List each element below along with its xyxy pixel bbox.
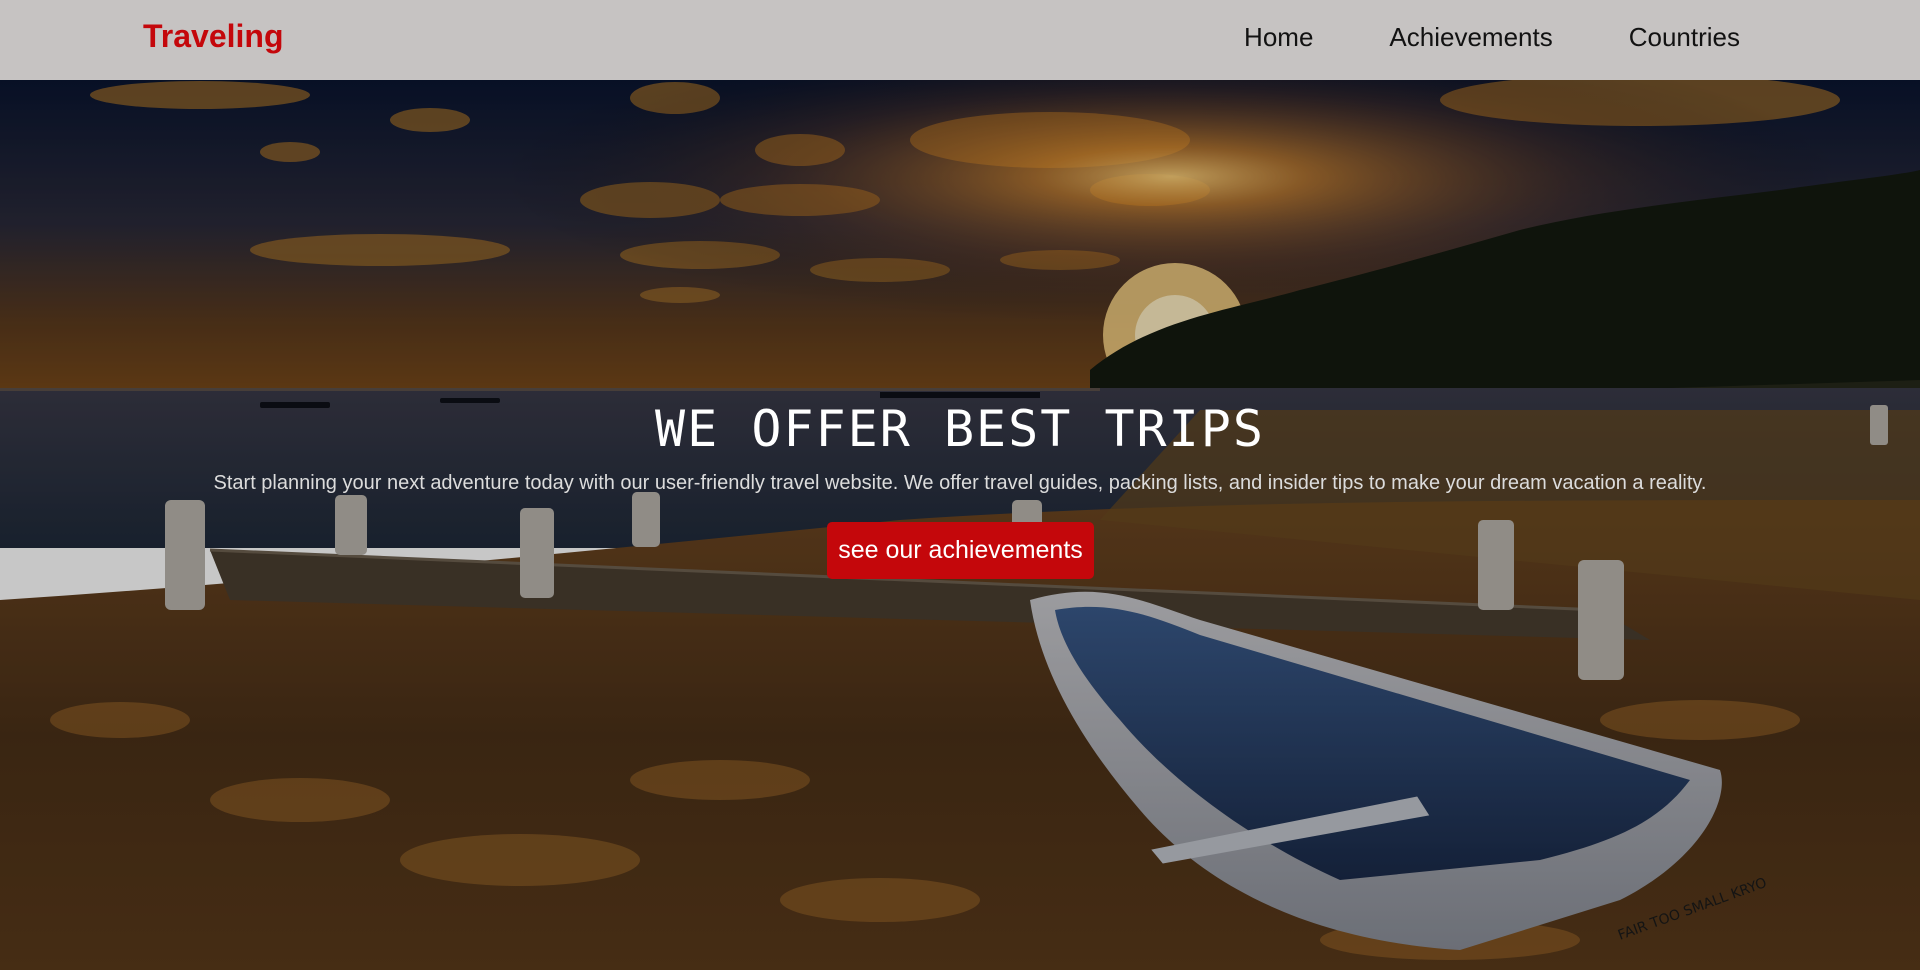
page: Traveling Home Achievements Countries FA… <box>0 0 1920 970</box>
hero-title: WE OFFER BEST TRIPS <box>655 400 1265 458</box>
hero-subtitle: Start planning your next adventure today… <box>213 472 1707 494</box>
hero-section: FAIR TOO SMALL KRYO WE OFFER BEST TRIPS … <box>0 80 1920 970</box>
brand-logo[interactable]: Traveling <box>143 18 284 55</box>
see-achievements-button[interactable]: see our achievements <box>827 522 1094 579</box>
nav-link-home[interactable]: Home <box>1244 22 1313 53</box>
nav-link-achievements[interactable]: Achievements <box>1389 22 1552 53</box>
navbar: Traveling Home Achievements Countries <box>0 0 1920 80</box>
nav-menu: Home Achievements Countries <box>1244 22 1740 53</box>
nav-link-countries[interactable]: Countries <box>1629 22 1740 53</box>
